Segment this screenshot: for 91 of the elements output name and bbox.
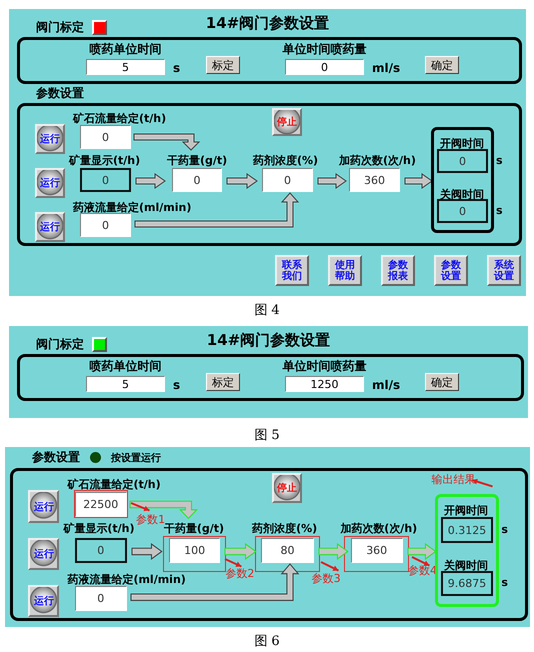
display-field: 0 bbox=[74, 538, 127, 564]
input-field[interactable]: 100 bbox=[168, 538, 220, 564]
display-field: 0 bbox=[80, 168, 131, 192]
annotation-arrow bbox=[128, 500, 152, 514]
highlight-frame bbox=[74, 490, 128, 518]
input-field[interactable]: 0 bbox=[80, 213, 131, 237]
unit-label: s bbox=[496, 204, 503, 217]
field-label: 关阀时间 bbox=[440, 187, 484, 202]
field-label: 开阀时间 bbox=[440, 136, 484, 151]
highlight-frame bbox=[344, 536, 409, 572]
section-label: 参数设置 bbox=[36, 85, 84, 102]
annotation-label: 输出结果 bbox=[432, 472, 476, 488]
nav-button[interactable]: 参数设置 bbox=[434, 255, 468, 286]
input-field[interactable]: 22500 bbox=[74, 492, 127, 518]
window-title: 14#阀门参数设置 bbox=[206, 330, 330, 351]
confirm-button[interactable]: 标定 bbox=[206, 56, 240, 74]
arrow-icon bbox=[136, 174, 165, 188]
arrow-icon bbox=[132, 544, 162, 559]
input-field[interactable]: 360 bbox=[349, 168, 400, 192]
field-label: 药剂浓度(%) bbox=[253, 153, 318, 168]
annotation-label: 参数3 bbox=[312, 570, 341, 586]
input-field[interactable]: 80 bbox=[261, 538, 314, 564]
confirm-button[interactable]: 标定 bbox=[206, 373, 240, 391]
annotation-label: 参数1 bbox=[136, 512, 166, 526]
arrow-icon bbox=[405, 174, 432, 188]
field-label: 喷药单位时间 bbox=[90, 358, 162, 375]
field-label: 单位时间喷药量 bbox=[282, 358, 366, 375]
unit-label: ml/s bbox=[371, 61, 402, 75]
arrow-icon bbox=[408, 544, 436, 559]
input-field[interactable]: 5 bbox=[86, 376, 165, 392]
unit-label: s bbox=[501, 576, 508, 590]
run-button[interactable]: 运行 bbox=[35, 212, 65, 242]
field-label: 喷药单位时间 bbox=[90, 41, 162, 58]
field-label: 加药次数(次/h) bbox=[340, 521, 418, 536]
run-button[interactable]: 运行 bbox=[28, 584, 60, 617]
calibration-label: 阀门标定 bbox=[36, 19, 84, 36]
highlight-frame bbox=[162, 536, 226, 572]
field-label: 开阀时间 bbox=[444, 503, 488, 518]
input-field[interactable]: 0 bbox=[74, 586, 127, 612]
input-field[interactable]: 5 bbox=[86, 59, 165, 75]
field-label: 矿量显示(t/h) bbox=[63, 521, 134, 536]
display-field: 0 bbox=[437, 199, 488, 223]
annotation-label: 参数2 bbox=[225, 566, 254, 582]
annotation-arrow bbox=[318, 559, 342, 574]
input-field[interactable]: 0 bbox=[262, 168, 313, 192]
arrow-icon bbox=[131, 563, 300, 603]
section-label: 参数设置 bbox=[32, 449, 80, 466]
confirm-button[interactable]: 确定 bbox=[425, 373, 459, 391]
unit-label: s bbox=[496, 154, 503, 167]
input-field[interactable]: 0 bbox=[172, 168, 222, 192]
run-button[interactable]: 运行 bbox=[28, 490, 60, 523]
status-label: 按设置运行 bbox=[111, 452, 161, 464]
field-label: 药液流量给定(ml/min) bbox=[73, 200, 192, 215]
input-field[interactable]: 0 bbox=[80, 125, 131, 149]
unit-label: s bbox=[501, 522, 508, 536]
field-label: 干药量(g/t) bbox=[164, 522, 224, 536]
arrow-icon bbox=[225, 544, 256, 559]
arrow-icon bbox=[318, 174, 346, 188]
display-field: 0.3125 bbox=[440, 517, 494, 543]
input-field[interactable]: 360 bbox=[350, 538, 403, 564]
nav-button[interactable]: 系统设置 bbox=[487, 255, 521, 286]
field-label: 矿量显示(t/h) bbox=[69, 153, 140, 168]
field-label: 关阀时间 bbox=[444, 558, 488, 573]
nav-button[interactable]: 参数报表 bbox=[381, 255, 415, 286]
figure-caption: 图 6 bbox=[254, 633, 280, 650]
unit-label: s bbox=[172, 378, 182, 392]
input-field[interactable]: 1250 bbox=[285, 376, 364, 392]
arrow-icon bbox=[318, 544, 348, 559]
window-title: 14#阀门参数设置 bbox=[206, 13, 330, 34]
display-field: 9.6875 bbox=[440, 570, 494, 596]
run-button[interactable]: 运行 bbox=[35, 168, 65, 198]
arrow-icon bbox=[227, 174, 257, 188]
field-label: 药剂浓度(%) bbox=[252, 521, 318, 536]
confirm-button[interactable]: 确定 bbox=[425, 56, 459, 74]
calibration-label: 阀门标定 bbox=[36, 336, 84, 353]
run-button[interactable]: 运行 bbox=[28, 538, 60, 570]
figure-caption: 图 5 bbox=[254, 427, 280, 444]
field-label: 药液流量给定(ml/min) bbox=[67, 572, 186, 587]
nav-button[interactable]: 使用帮助 bbox=[328, 255, 362, 286]
field-label: 加药次数(次/h) bbox=[339, 153, 416, 168]
unit-label: ml/s bbox=[371, 378, 402, 392]
unit-label: s bbox=[172, 61, 182, 75]
nav-button[interactable]: 联系我们 bbox=[275, 255, 309, 286]
field-label: 矿石流量给定(t/h) bbox=[73, 111, 166, 126]
figure-caption: 图 4 bbox=[254, 302, 280, 319]
run-button[interactable]: 运行 bbox=[35, 124, 65, 154]
field-label: 单位时间喷药量 bbox=[282, 41, 366, 58]
input-field[interactable]: 0 bbox=[285, 59, 364, 75]
display-field: 0 bbox=[437, 149, 488, 173]
field-label: 矿石流量给定(t/h) bbox=[67, 476, 161, 492]
field-label: 干药量(g/t) bbox=[167, 153, 228, 168]
